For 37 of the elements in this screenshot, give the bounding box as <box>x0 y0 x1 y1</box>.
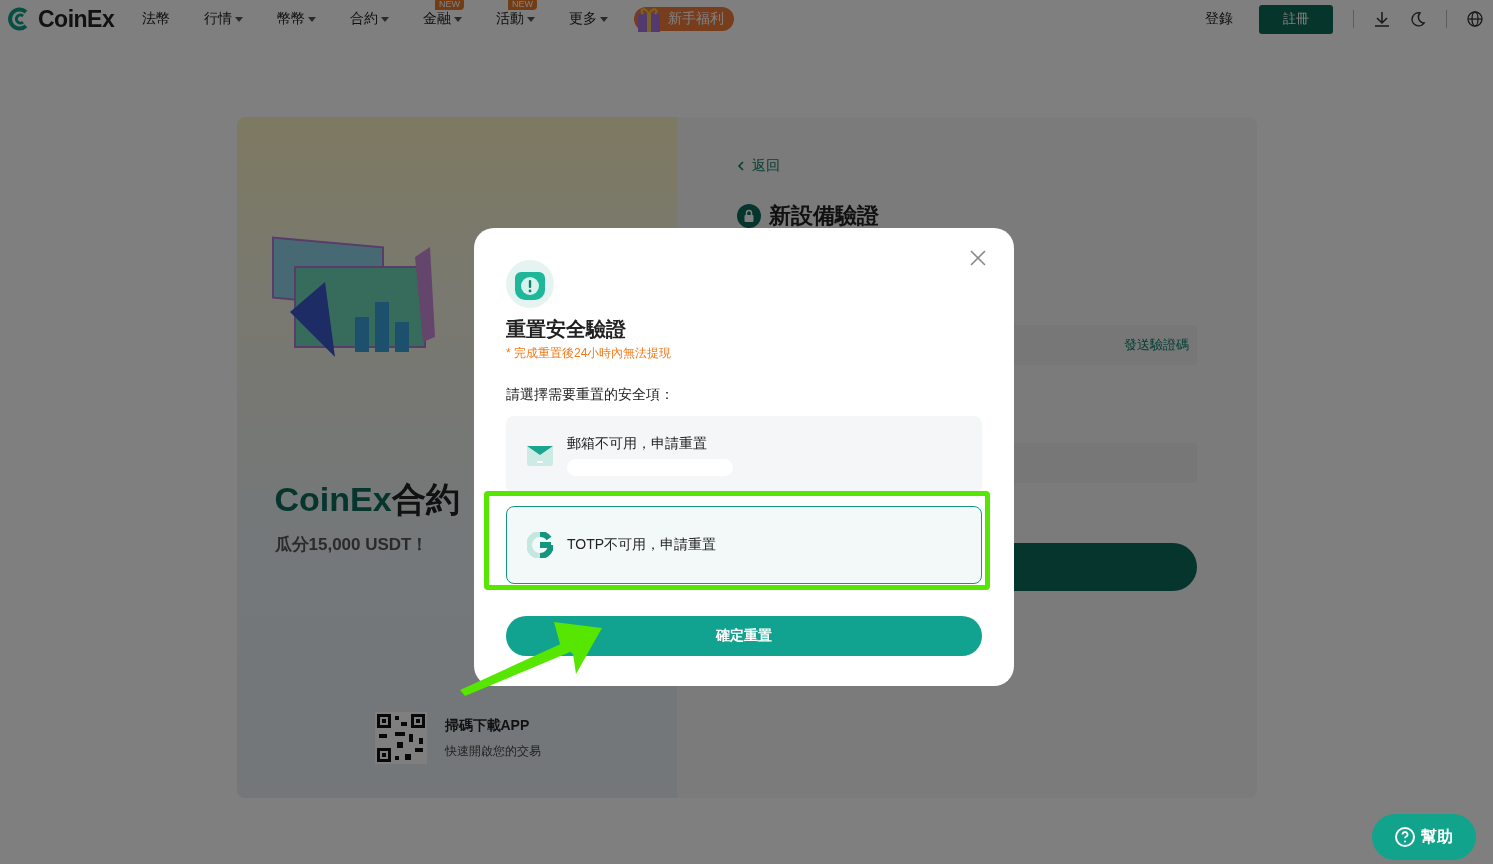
send-code-link[interactable]: 發送驗證碼 <box>1123 336 1189 354</box>
logo-text[interactable]: CoinEx <box>38 5 115 33</box>
reset-option[interactable]: 郵箱不可用，申請重置 <box>506 416 982 494</box>
nav-menu-item[interactable]: 合約 <box>350 10 378 28</box>
confirm-reset-button[interactable]: 確定重置 <box>506 616 982 656</box>
back-link[interactable]: 返回 <box>736 157 1197 175</box>
register-button[interactable]: 註冊 <box>1259 4 1333 34</box>
qr-code-icon <box>374 712 427 764</box>
nav-menu-item[interactable]: 金融 <box>423 10 451 28</box>
warning-text: * 完成重置後24小時內無法提現 <box>506 345 672 362</box>
nav-menu-item[interactable]: 行情 <box>204 10 232 28</box>
help-button[interactable]: 幫助 <box>1372 814 1476 860</box>
question-icon <box>1395 827 1415 847</box>
globe-icon[interactable] <box>1467 11 1483 27</box>
verify-title: 新設備驗證 <box>768 202 879 230</box>
nav-menu-item[interactable]: 幣幣 <box>277 10 305 28</box>
new-badge: NEW <box>508 0 537 10</box>
promo-title-brand: CoinEx <box>274 480 392 518</box>
nav-menu-item[interactable]: 活動 <box>496 10 524 28</box>
envelope-icon <box>527 444 553 466</box>
new-badge: NEW <box>435 0 464 10</box>
authenticator-g-icon <box>527 532 553 558</box>
close-icon[interactable] <box>970 250 986 266</box>
chevron-left-icon <box>736 161 744 171</box>
dialog-title: 重置安全驗證 <box>506 317 626 342</box>
nav-menu-item[interactable]: 法幣 <box>142 10 170 28</box>
reset-option[interactable]: TOTP不可用，申請重置 <box>506 506 982 584</box>
prompt-text: 請選擇需要重置的安全項： <box>506 386 674 404</box>
login-link[interactable]: 登錄 <box>1205 10 1233 28</box>
promo-title: 合約 <box>391 480 460 518</box>
moon-icon[interactable] <box>1410 11 1426 27</box>
qr-title: 掃碼下載APP <box>444 716 531 735</box>
qr-subtitle: 快速開啟您的交易 <box>444 742 541 760</box>
promo-subtitle: 瓜分15,000 USDT！ <box>274 534 429 556</box>
download-icon[interactable] <box>1374 11 1390 27</box>
warning-shield-icon <box>506 260 554 308</box>
nav-menu-item[interactable]: 更多 <box>569 10 597 28</box>
